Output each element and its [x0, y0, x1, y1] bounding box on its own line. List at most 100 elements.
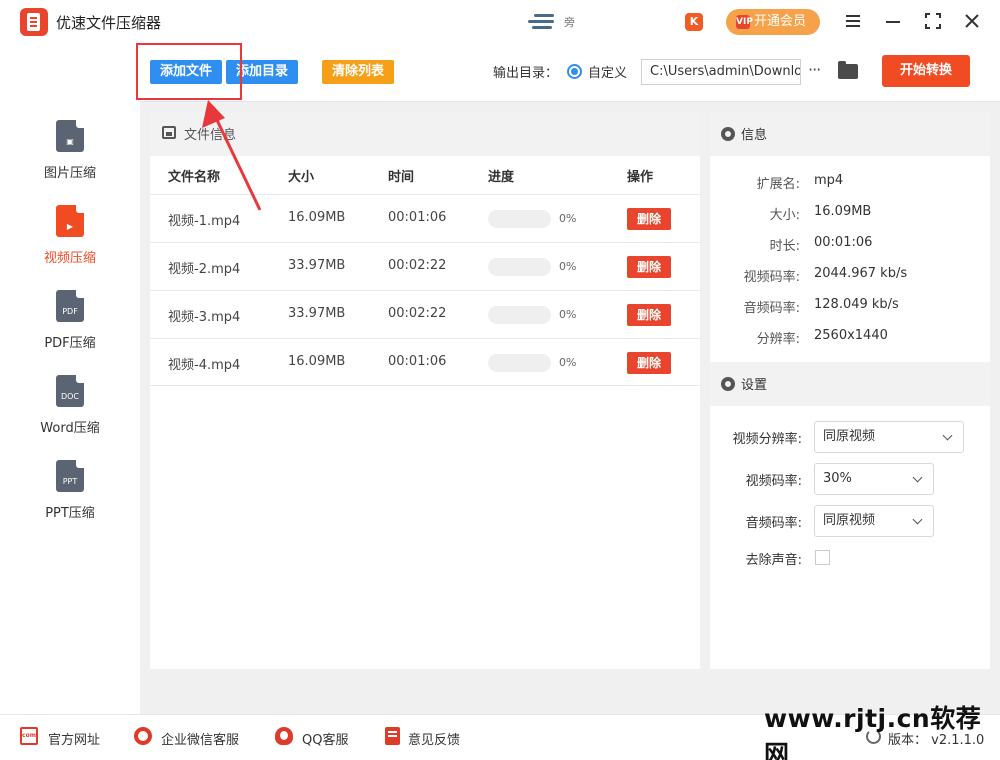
sidebar-item-label: PDF压缩 [44, 336, 96, 351]
vip-button[interactable]: VIP 开通会员 [726, 9, 820, 35]
info-value: 00:01:06 [814, 235, 873, 250]
info-key: 扩展名: [756, 177, 800, 192]
progress-percent: 0% [559, 212, 577, 225]
doc-file-icon: DOC [56, 375, 84, 407]
chevron-down-icon [942, 430, 953, 441]
resolution-value: 同原视频 [823, 429, 876, 444]
info-value: 16.09MB [814, 204, 872, 219]
progress-percent: 0% [559, 356, 577, 369]
audio-bitrate-label: 音频码率: [745, 516, 802, 531]
menu-icon[interactable] [842, 10, 864, 32]
watermark-text: www.rjtj.cn软荐网 [764, 704, 982, 760]
folder-icon[interactable] [838, 61, 858, 79]
sidebar-item-label: 视频压缩 [43, 251, 96, 266]
file-size: 16.09MB [288, 210, 346, 225]
vip-icon: VIP [736, 15, 753, 29]
file-duration: 00:01:06 [388, 210, 447, 225]
wechat-icon [134, 727, 152, 745]
website-icon: com [20, 727, 38, 745]
info-key: 时长: [769, 239, 800, 254]
minimize-icon[interactable] [882, 10, 904, 32]
resolution-select[interactable]: 同原视频 [814, 421, 964, 453]
file-duration: 00:02:22 [388, 306, 447, 321]
vip-label: 开通会员 [754, 14, 807, 29]
info-value: 2560x1440 [814, 328, 888, 343]
audio-bitrate-value: 同原视频 [823, 513, 876, 528]
feedback-link[interactable]: 意见反馈 [408, 729, 460, 748]
sidebar-item-video[interactable]: ▶ 视频压缩 [0, 187, 140, 267]
file-name: 视频-4.mp4 [168, 358, 241, 373]
pdf-file-icon: PDF [56, 290, 84, 322]
ppt-file-icon: PPT [56, 460, 84, 492]
video-file-icon: ▶ [56, 205, 84, 237]
clear-list-button[interactable]: 清除列表 [322, 60, 394, 84]
info-key: 视频码率: [743, 270, 800, 285]
video-bitrate-select[interactable]: 30% [814, 463, 934, 495]
maximize-icon[interactable] [922, 10, 944, 32]
qq-support-link[interactable]: QQ客服 [302, 729, 348, 748]
custom-output-radio-label[interactable]: 自定义 [588, 62, 627, 81]
table-row[interactable]: 视频-4.mp4 16.09MB 00:01:06 0% 删除 [150, 338, 700, 386]
progress-percent: 0% [559, 260, 577, 273]
progress-bar [488, 258, 551, 276]
column-header-action: 操作 [627, 170, 654, 185]
app-logo-icon [20, 8, 48, 36]
delete-button[interactable]: 删除 [627, 352, 671, 374]
sidebar-item-word[interactable]: DOC Word压缩 [0, 357, 140, 437]
output-dir-label: 输出目录： [493, 66, 559, 81]
k-badge-icon[interactable]: K [685, 13, 703, 31]
info-value: 128.049 kb/s [814, 297, 899, 312]
video-bitrate-value: 30% [823, 471, 852, 486]
start-convert-button[interactable]: 开始转换 [882, 55, 970, 87]
file-list-title: 文件信息 [184, 128, 237, 143]
gear-icon [721, 127, 735, 141]
sidebar-item-pdf[interactable]: PDF PDF压缩 [0, 272, 140, 352]
official-site-link[interactable]: 官方网址 [48, 729, 100, 748]
delete-button[interactable]: 删除 [627, 208, 671, 230]
sidebar-item-label: Word压缩 [40, 421, 100, 436]
audio-bitrate-select[interactable]: 同原视频 [814, 505, 934, 537]
file-name: 视频-1.mp4 [168, 214, 241, 229]
qq-icon [275, 727, 293, 745]
settings-title: 设置 [741, 378, 768, 393]
more-options-icon[interactable]: ··· [808, 60, 821, 79]
info-key: 音频码率: [743, 301, 800, 316]
column-header-progress: 进度 [488, 170, 515, 185]
delete-button[interactable]: 删除 [627, 304, 671, 326]
sidebar-item-image[interactable]: ▣ 图片压缩 [0, 102, 140, 182]
file-size: 33.97MB [288, 306, 346, 321]
table-row[interactable]: 视频-3.mp4 33.97MB 00:02:22 0% 删除 [150, 290, 700, 338]
chevron-down-icon [912, 514, 923, 525]
sidebar-item-label: 图片压缩 [43, 166, 96, 181]
wechat-support-link[interactable]: 企业微信客服 [161, 729, 239, 748]
column-header-size: 大小 [288, 170, 315, 185]
gear-icon [721, 377, 735, 391]
custom-output-radio[interactable] [567, 64, 582, 79]
info-key: 大小: [769, 208, 800, 223]
file-size: 33.97MB [288, 258, 346, 273]
close-icon[interactable] [961, 10, 983, 32]
info-value: 2044.967 kb/s [814, 266, 908, 281]
progress-bar [488, 306, 551, 324]
delete-button[interactable]: 删除 [627, 256, 671, 278]
progress-bar [488, 210, 551, 228]
mute-label: 去除声音: [745, 553, 802, 568]
output-path-field[interactable]: C:\Users\admin\Downloads [641, 59, 801, 85]
file-name: 视频-3.mp4 [168, 310, 241, 325]
brand-logo-icon [528, 12, 556, 32]
brand-badge: 旁 [564, 16, 575, 29]
progress-bar [488, 354, 551, 372]
column-header-time: 时间 [388, 170, 415, 185]
info-title: 信息 [741, 128, 768, 143]
table-row[interactable]: 视频-1.mp4 16.09MB 00:01:06 0% 删除 [150, 194, 700, 242]
file-size: 16.09MB [288, 354, 346, 369]
column-header-name: 文件名称 [168, 170, 221, 185]
info-value: mp4 [814, 173, 844, 188]
progress-percent: 0% [559, 308, 577, 321]
feedback-icon [385, 727, 400, 745]
highlight-annotation-box [136, 43, 242, 100]
mute-checkbox[interactable] [815, 550, 830, 565]
sidebar-item-ppt[interactable]: PPT PPT压缩 [0, 442, 140, 522]
resolution-label: 视频分辨率: [732, 432, 802, 447]
table-row[interactable]: 视频-2.mp4 33.97MB 00:02:22 0% 删除 [150, 242, 700, 290]
